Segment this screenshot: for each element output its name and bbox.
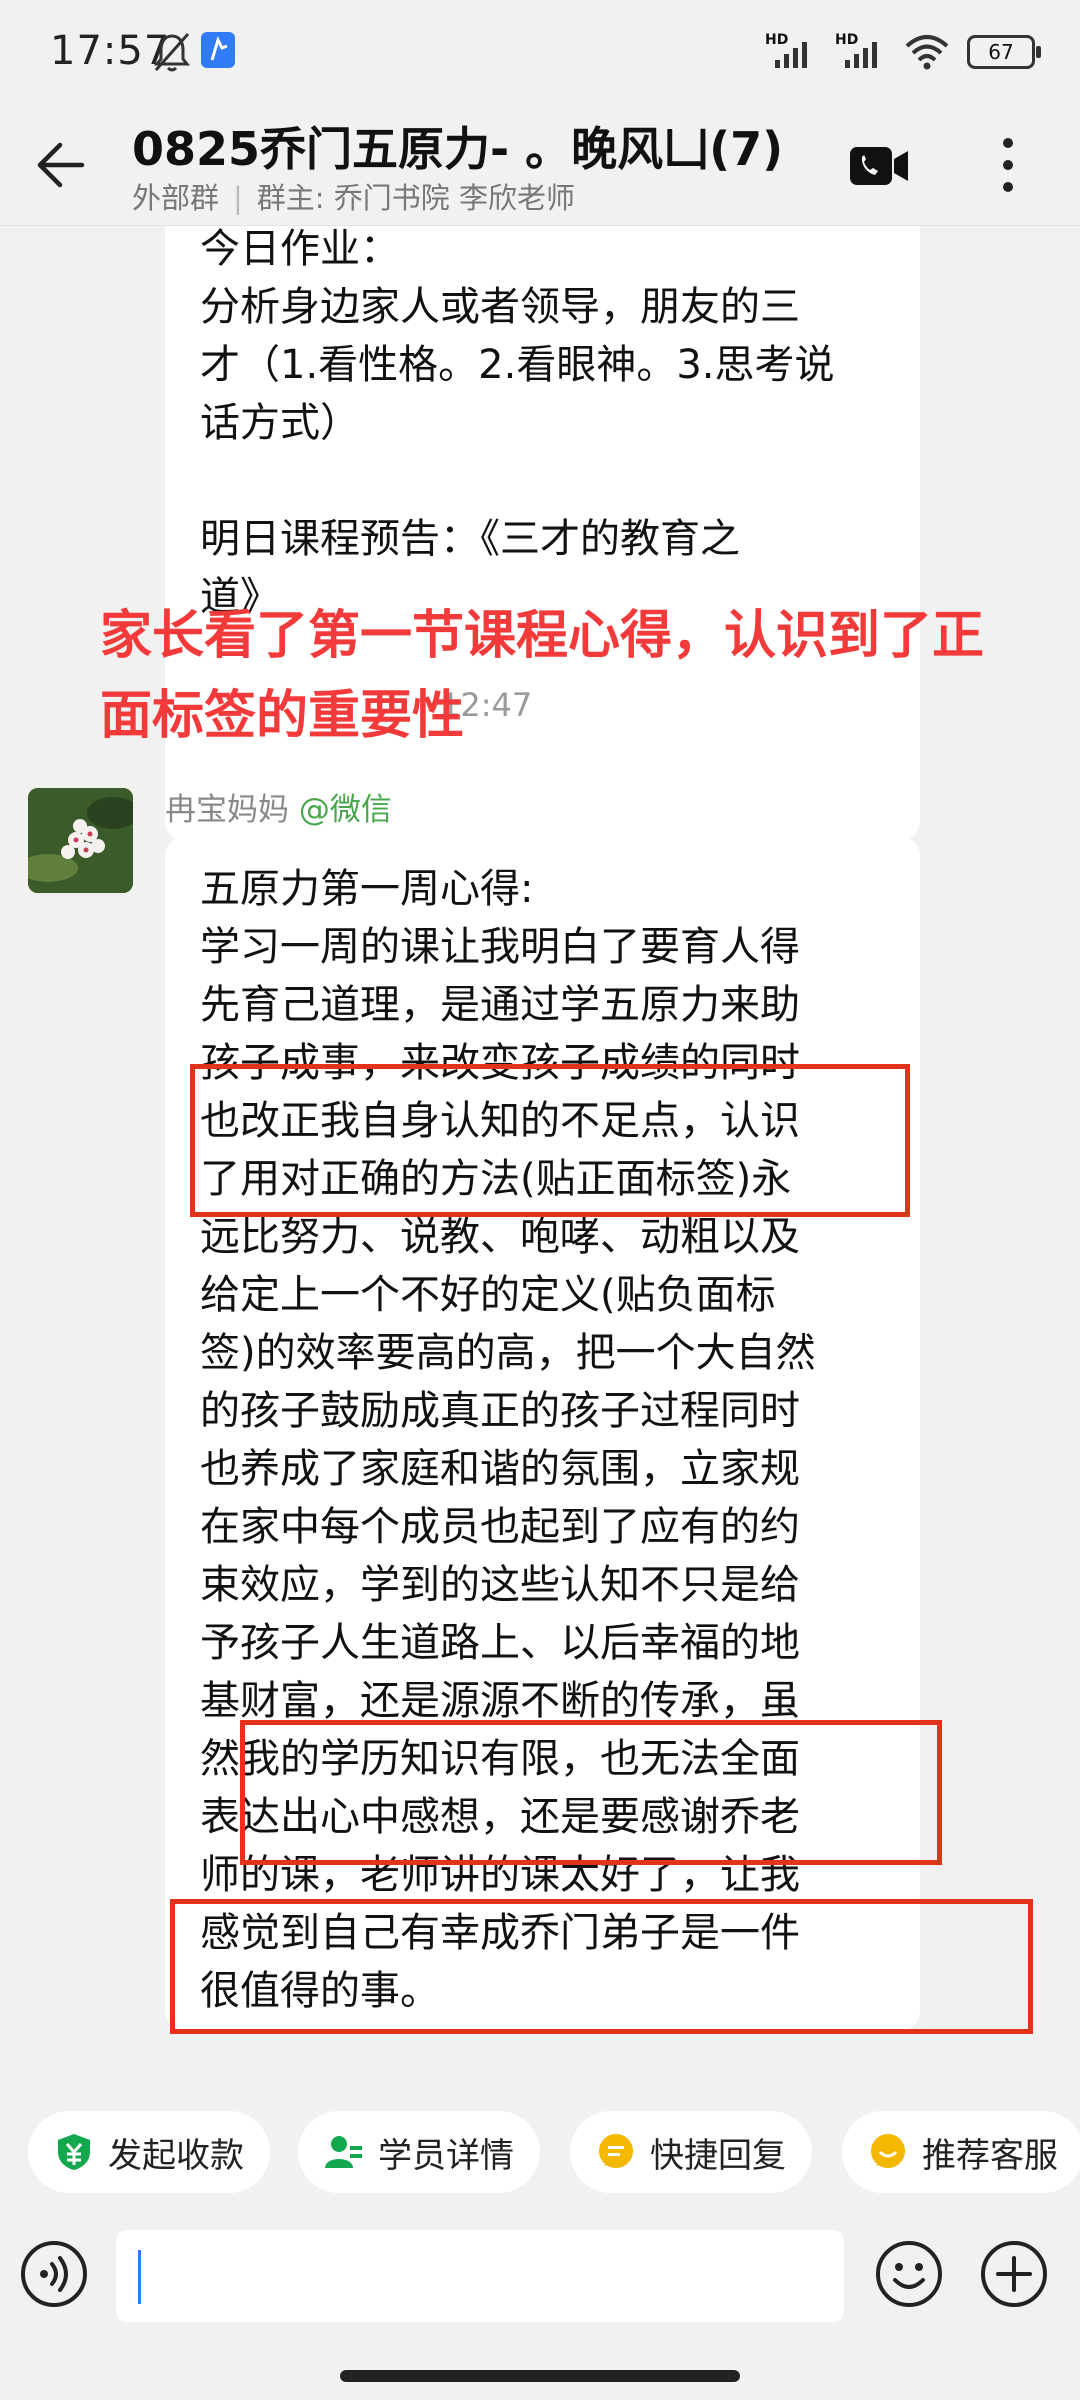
home-indicator[interactable] (340, 2370, 740, 2382)
highlight-box (240, 1720, 942, 1865)
avatar-flower-image (28, 788, 133, 893)
status-bar: 17:57 HD HD 67 (0, 0, 1080, 105)
quick-action-bar: 发起收款 学员详情 快捷回复 推荐客服 (0, 2081, 1080, 2226)
chat-area[interactable]: 今日作业： 分析身边家人或者领导，朋友的三 才（1.看性格。2.看眼神。3.思考… (0, 226, 1080, 2081)
chat-title: 0825乔门五原力- 。晚风凵(7) (132, 122, 784, 176)
chat-subtitle: 外部群 | 群主: 乔门书院 李欣老师 (132, 181, 576, 215)
wifi-icon (905, 35, 949, 70)
quick-action-recommend-service[interactable]: 推荐客服 (842, 2111, 1080, 2193)
annotation-overlay: 家长看了第一节课程心得，认识到了正面标签的重要性 (100, 606, 985, 746)
video-call-icon[interactable] (848, 143, 910, 189)
plus-icon[interactable] (978, 2238, 1050, 2310)
back-arrow-icon[interactable] (30, 135, 90, 195)
message-input[interactable] (116, 2230, 844, 2322)
battery-indicator: 67 (967, 35, 1041, 69)
payment-shield-icon (58, 2134, 90, 2170)
group-owner: 群主: 乔门书院 李欣老师 (256, 181, 576, 215)
quick-action-student-details[interactable]: 学员详情 (298, 2111, 540, 2193)
quick-reply-icon (599, 2134, 633, 2168)
service-smile-icon (871, 2134, 905, 2168)
quick-action-payment[interactable]: 发起收款 (28, 2111, 270, 2193)
signal-icon: HD (765, 32, 817, 72)
bell-off-icon (153, 33, 191, 72)
quick-action-quick-reply[interactable]: 快捷回复 (570, 2111, 812, 2193)
text-cursor (138, 2250, 141, 2304)
avatar[interactable] (28, 788, 133, 893)
highlight-box (170, 1899, 1033, 2034)
sender-name: 冉宝妈妈 (165, 792, 289, 828)
voice-input-icon[interactable] (18, 2238, 90, 2310)
emoji-icon[interactable] (873, 2238, 945, 2310)
group-type: 外部群 (132, 181, 220, 215)
input-bar (0, 2226, 1080, 2336)
app-notification-icon (201, 32, 235, 68)
user-card-icon (325, 2136, 362, 2168)
sender-label: 冉宝妈妈 @微信 (165, 784, 392, 829)
message-text: 今日作业： 分析身边家人或者领导，朋友的三 才（1.看性格。2.看眼神。3.思考… (200, 226, 835, 620)
highlight-box (190, 1064, 910, 1217)
chat-header: 0825乔门五原力- 。晚风凵(7) 外部群 | 群主: 乔门书院 李欣老师 (0, 105, 1080, 226)
more-options-icon[interactable] (988, 133, 1028, 197)
sender-source: @微信 (298, 792, 392, 828)
signal-icon: HD (835, 32, 887, 72)
